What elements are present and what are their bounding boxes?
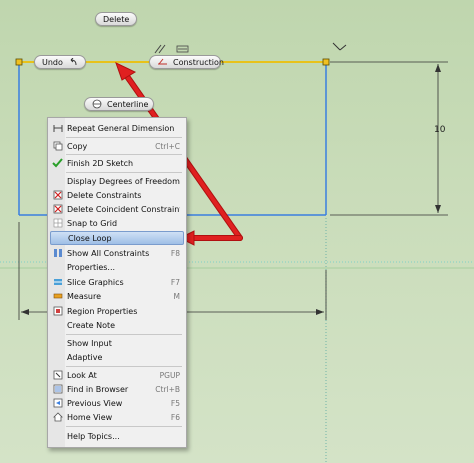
undo-button[interactable]: Undo bbox=[34, 55, 86, 69]
measure-icon bbox=[52, 291, 63, 302]
menu-item-display-degrees-of-freedom[interactable]: Display Degrees of Freedom bbox=[50, 174, 184, 188]
slice-graphics-icon bbox=[52, 277, 63, 288]
menu-item-label: Help Topics... bbox=[67, 431, 120, 441]
menu-separator bbox=[66, 172, 182, 173]
menu-item-label: Repeat General Dimension bbox=[67, 123, 175, 133]
menu-item-label: Close Loop bbox=[68, 233, 112, 243]
coincident-cursor-icon bbox=[332, 42, 347, 51]
menu-separator bbox=[66, 426, 182, 427]
menu-item-properties[interactable]: Properties... bbox=[50, 260, 184, 274]
menu-separator bbox=[66, 366, 182, 367]
menu-item-slice-graphics[interactable]: Slice Graphics F7 bbox=[50, 275, 184, 289]
menu-item-copy[interactable]: Copy Ctrl+C bbox=[50, 139, 184, 153]
previous-view-icon bbox=[52, 398, 63, 409]
snap-grid-icon bbox=[52, 218, 63, 229]
menu-item-label: Region Properties bbox=[67, 306, 138, 316]
menu-separator bbox=[66, 334, 182, 335]
menu-item-label: Slice Graphics bbox=[67, 277, 124, 287]
menu-item-shortcut: PGUP bbox=[159, 370, 180, 380]
undo-arrow-icon bbox=[68, 57, 78, 67]
dimension-value-label[interactable]: 10 bbox=[434, 125, 445, 135]
menu-item-delete-coincident-constraint[interactable]: Delete Coincident Constraint bbox=[50, 202, 184, 216]
menu-item-shortcut: Ctrl+C bbox=[155, 141, 180, 151]
dimension-arrowhead-right bbox=[316, 309, 324, 315]
centerline-label: Centerline bbox=[107, 99, 149, 109]
menu-item-look-at[interactable]: Look At PGUP bbox=[50, 368, 184, 382]
menu-separator bbox=[66, 137, 182, 138]
undo-label: Undo bbox=[42, 57, 63, 67]
sketch-endpoint-left[interactable] bbox=[15, 58, 23, 66]
dimension-arrowhead-bottom bbox=[435, 205, 441, 213]
copy-icon bbox=[52, 141, 63, 152]
menu-item-label: Show All Constraints bbox=[67, 248, 150, 258]
horizontal-constraint-icon[interactable] bbox=[176, 45, 189, 53]
menu-item-show-all-constraints[interactable]: Show All Constraints F8 bbox=[50, 246, 184, 260]
checkmark-icon bbox=[52, 158, 63, 169]
menu-item-create-note[interactable]: Create Note bbox=[50, 318, 184, 332]
home-view-icon bbox=[52, 412, 63, 423]
dimension-arrowhead-top bbox=[435, 64, 441, 72]
context-menu: Repeat General Dimension Copy Ctrl+C Fin… bbox=[47, 117, 187, 448]
find-browser-icon bbox=[52, 384, 63, 395]
menu-separator bbox=[66, 154, 182, 155]
sketch-endpoint-right[interactable] bbox=[322, 58, 330, 66]
delete-coincident-icon bbox=[52, 204, 63, 215]
parallel-constraint-icon[interactable] bbox=[154, 44, 166, 54]
menu-item-label: Display Degrees of Freedom bbox=[67, 176, 180, 186]
menu-item-shortcut: F7 bbox=[170, 277, 180, 287]
construction-label: Construction bbox=[173, 57, 224, 67]
menu-item-close-loop[interactable]: Close Loop bbox=[50, 231, 184, 245]
construction-icon bbox=[157, 58, 168, 66]
menu-item-measure[interactable]: Measure M bbox=[50, 289, 184, 303]
constraints-icon bbox=[52, 248, 63, 259]
dimension-icon bbox=[52, 123, 63, 134]
menu-item-label: Delete Coincident Constraint bbox=[67, 204, 180, 214]
menu-item-label: Create Note bbox=[67, 320, 116, 330]
delete-label: Delete bbox=[103, 14, 130, 24]
menu-item-home-view[interactable]: Home View F6 bbox=[50, 410, 184, 424]
menu-item-label: Delete Constraints bbox=[67, 190, 142, 200]
menu-item-label: Copy bbox=[67, 141, 88, 151]
menu-item-shortcut: M bbox=[173, 291, 180, 301]
centerline-icon bbox=[92, 99, 102, 109]
menu-item-label: Snap to Grid bbox=[67, 218, 118, 228]
menu-item-label: Previous View bbox=[67, 398, 123, 408]
menu-item-find-in-browser[interactable]: Find in Browser Ctrl+B bbox=[50, 382, 184, 396]
menu-item-show-input[interactable]: Show Input bbox=[50, 336, 184, 350]
menu-item-label: Properties... bbox=[67, 262, 116, 272]
centerline-button[interactable]: Centerline bbox=[84, 97, 154, 111]
menu-item-label: Find in Browser bbox=[67, 384, 129, 394]
delete-button[interactable]: Delete bbox=[95, 12, 138, 26]
menu-item-label: Show Input bbox=[67, 338, 112, 348]
menu-item-shortcut: F6 bbox=[170, 412, 180, 422]
menu-item-shortcut: F5 bbox=[170, 398, 180, 408]
menu-item-label: Finish 2D Sketch bbox=[67, 158, 134, 168]
menu-item-delete-constraints[interactable]: Delete Constraints bbox=[50, 188, 184, 202]
menu-item-previous-view[interactable]: Previous View F5 bbox=[50, 396, 184, 410]
delete-constraints-icon bbox=[52, 190, 63, 201]
menu-item-shortcut: F8 bbox=[170, 248, 180, 258]
look-at-icon bbox=[52, 370, 63, 381]
menu-item-adaptive[interactable]: Adaptive bbox=[50, 350, 184, 364]
dimension-arrowhead-left bbox=[21, 309, 29, 315]
sketch-canvas[interactable]: 10 Delete Undo Construction Centerline R… bbox=[0, 0, 474, 463]
menu-item-repeat-general-dimension[interactable]: Repeat General Dimension bbox=[50, 121, 184, 135]
menu-item-region-properties[interactable]: Region Properties bbox=[50, 304, 184, 318]
menu-item-label: Look At bbox=[67, 370, 97, 380]
region-properties-icon bbox=[52, 306, 63, 317]
menu-item-help-topics[interactable]: Help Topics... bbox=[50, 429, 184, 443]
menu-item-label: Adaptive bbox=[67, 352, 103, 362]
menu-item-finish-2d-sketch[interactable]: Finish 2D Sketch bbox=[50, 156, 184, 170]
menu-item-label: Home View bbox=[67, 412, 113, 422]
menu-item-label: Measure bbox=[67, 291, 101, 301]
construction-button[interactable]: Construction bbox=[149, 55, 224, 69]
menu-item-shortcut: Ctrl+B bbox=[155, 384, 180, 394]
menu-item-snap-to-grid[interactable]: Snap to Grid bbox=[50, 216, 184, 230]
